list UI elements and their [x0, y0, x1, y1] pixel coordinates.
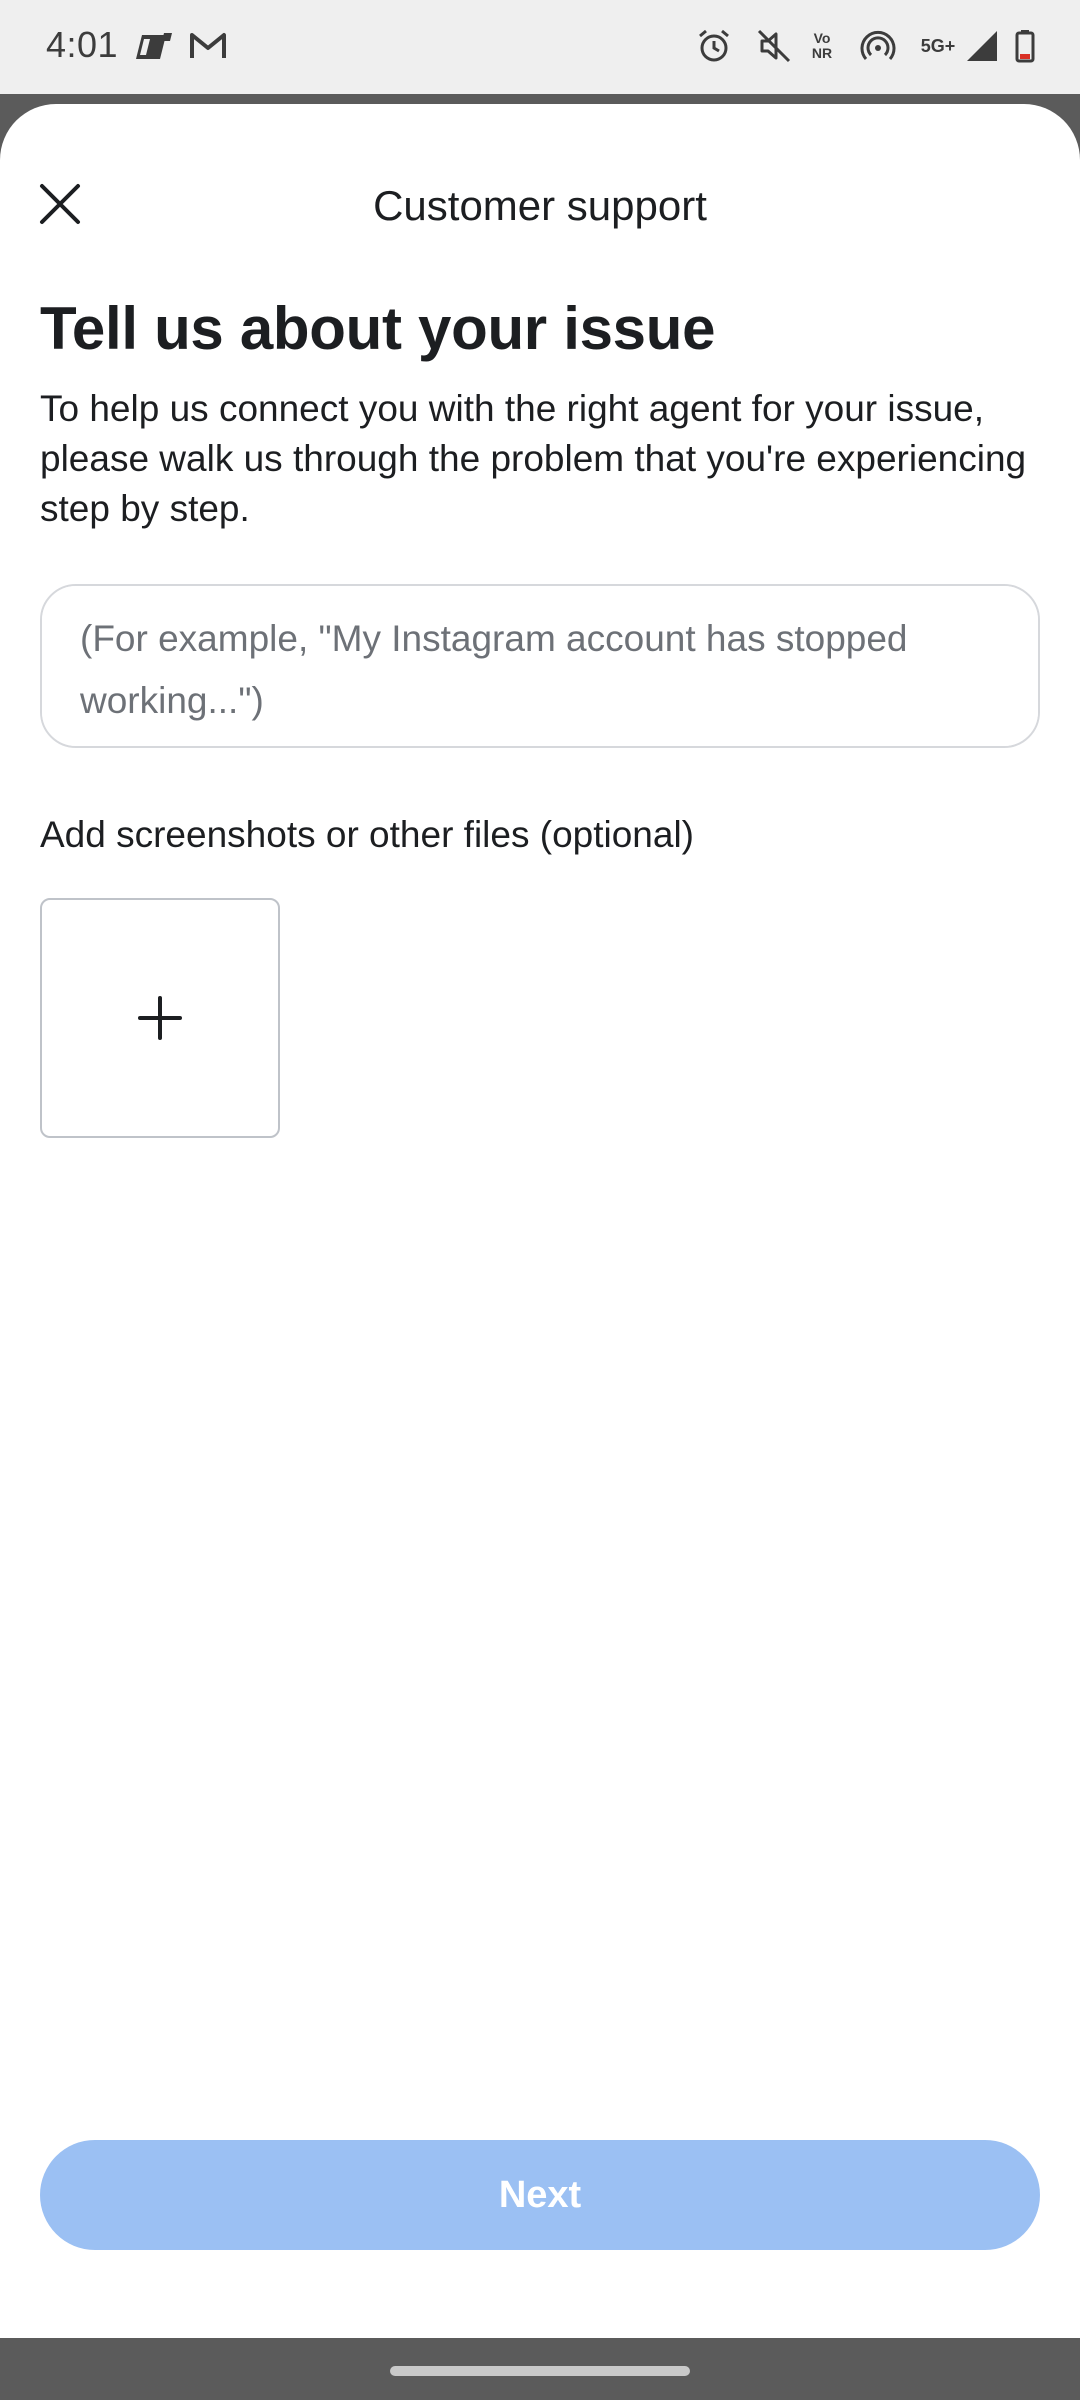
battery-icon	[1010, 26, 1040, 66]
system-navigation-bar	[0, 2338, 1080, 2400]
mail-app-icon	[134, 26, 174, 66]
5g-plus-icon: 5G+	[916, 26, 960, 66]
mute-icon	[754, 26, 794, 66]
page-description: To help us connect you with the right ag…	[40, 388, 1027, 529]
alarm-icon	[694, 26, 734, 66]
gmail-icon	[188, 26, 228, 66]
vonr-label-bottom: NR	[811, 45, 833, 61]
page-heading: Tell us about your issue	[40, 295, 716, 362]
hotspot-icon	[858, 26, 898, 66]
home-indicator[interactable]	[390, 2366, 690, 2376]
attachments-label: Add screenshots or other files (optional…	[40, 814, 695, 855]
status-time: 4:01	[46, 24, 119, 65]
next-button[interactable]: Next	[40, 2140, 1040, 2250]
plus-icon	[138, 996, 182, 1040]
vonr-icon: Vo NR	[804, 26, 840, 66]
vonr-label-top: Vo	[813, 30, 831, 46]
signal-icon	[962, 26, 1002, 66]
customer-support-sheet: Customer support Tell us about your issu…	[0, 104, 1080, 2338]
header-title: Customer support	[373, 182, 707, 229]
next-button-label: Next	[498, 2173, 582, 2216]
status-bar: 4:01 Vo NR 5G+	[0, 0, 1080, 94]
issue-description-input[interactable]	[40, 584, 1040, 748]
network-label: 5G+	[920, 35, 956, 56]
add-file-button[interactable]	[40, 898, 280, 1138]
